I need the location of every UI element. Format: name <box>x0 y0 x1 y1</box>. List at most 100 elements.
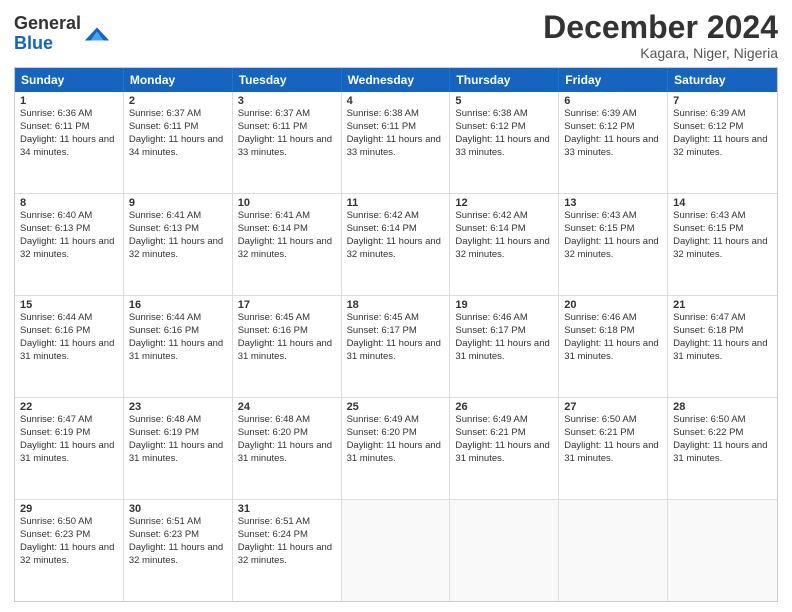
cell-info: Sunrise: 6:45 AMSunset: 6:17 PMDaylight:… <box>347 312 445 363</box>
cell-info: Sunrise: 6:46 AMSunset: 6:17 PMDaylight:… <box>455 312 553 363</box>
header-tuesday: Tuesday <box>233 68 342 92</box>
cell-dec-13: 13 Sunrise: 6:43 AMSunset: 6:15 PMDaylig… <box>559 194 668 295</box>
cell-info: Sunrise: 6:49 AMSunset: 6:21 PMDaylight:… <box>455 414 553 465</box>
cell-dec-23: 23 Sunrise: 6:48 AMSunset: 6:19 PMDaylig… <box>124 398 233 499</box>
week-2: 8 Sunrise: 6:40 AMSunset: 6:13 PMDayligh… <box>15 194 777 296</box>
cell-empty-1 <box>342 500 451 601</box>
cell-dec-2: 2 Sunrise: 6:37 AMSunset: 6:11 PMDayligh… <box>124 92 233 193</box>
cell-info: Sunrise: 6:37 AMSunset: 6:11 PMDaylight:… <box>238 108 336 159</box>
cell-dec-11: 11 Sunrise: 6:42 AMSunset: 6:14 PMDaylig… <box>342 194 451 295</box>
cell-info: Sunrise: 6:36 AMSunset: 6:11 PMDaylight:… <box>20 108 118 159</box>
page: General Blue December 2024 Kagara, Niger… <box>0 0 792 612</box>
cell-empty-2 <box>450 500 559 601</box>
day-num: 31 <box>238 503 336 515</box>
day-num: 26 <box>455 401 553 413</box>
cell-info: Sunrise: 6:41 AMSunset: 6:13 PMDaylight:… <box>129 210 227 261</box>
cell-info: Sunrise: 6:51 AMSunset: 6:23 PMDaylight:… <box>129 516 227 567</box>
cell-dec-18: 18 Sunrise: 6:45 AMSunset: 6:17 PMDaylig… <box>342 296 451 397</box>
day-num: 18 <box>347 299 445 311</box>
day-num: 23 <box>129 401 227 413</box>
cell-dec-28: 28 Sunrise: 6:50 AMSunset: 6:22 PMDaylig… <box>668 398 777 499</box>
cell-info: Sunrise: 6:42 AMSunset: 6:14 PMDaylight:… <box>347 210 445 261</box>
day-num: 15 <box>20 299 118 311</box>
cell-dec-24: 24 Sunrise: 6:48 AMSunset: 6:20 PMDaylig… <box>233 398 342 499</box>
location: Kagara, Niger, Nigeria <box>543 45 778 61</box>
cell-info: Sunrise: 6:48 AMSunset: 6:20 PMDaylight:… <box>238 414 336 465</box>
calendar-body: 1 Sunrise: 6:36 AMSunset: 6:11 PMDayligh… <box>15 92 777 601</box>
cell-info: Sunrise: 6:47 AMSunset: 6:18 PMDaylight:… <box>673 312 772 363</box>
calendar: Sunday Monday Tuesday Wednesday Thursday… <box>14 67 778 602</box>
cell-dec-1: 1 Sunrise: 6:36 AMSunset: 6:11 PMDayligh… <box>15 92 124 193</box>
day-num: 19 <box>455 299 553 311</box>
week-5: 29 Sunrise: 6:50 AMSunset: 6:23 PMDaylig… <box>15 500 777 601</box>
day-num: 11 <box>347 197 445 209</box>
cell-dec-3: 3 Sunrise: 6:37 AMSunset: 6:11 PMDayligh… <box>233 92 342 193</box>
cell-dec-5: 5 Sunrise: 6:38 AMSunset: 6:12 PMDayligh… <box>450 92 559 193</box>
cell-dec-8: 8 Sunrise: 6:40 AMSunset: 6:13 PMDayligh… <box>15 194 124 295</box>
cell-info: Sunrise: 6:40 AMSunset: 6:13 PMDaylight:… <box>20 210 118 261</box>
header-sunday: Sunday <box>15 68 124 92</box>
day-num: 4 <box>347 95 445 107</box>
cell-dec-25: 25 Sunrise: 6:49 AMSunset: 6:20 PMDaylig… <box>342 398 451 499</box>
header: General Blue December 2024 Kagara, Niger… <box>14 10 778 61</box>
cell-info: Sunrise: 6:38 AMSunset: 6:12 PMDaylight:… <box>455 108 553 159</box>
logo: General Blue <box>14 14 111 54</box>
cell-info: Sunrise: 6:48 AMSunset: 6:19 PMDaylight:… <box>129 414 227 465</box>
cell-dec-7: 7 Sunrise: 6:39 AMSunset: 6:12 PMDayligh… <box>668 92 777 193</box>
cell-dec-6: 6 Sunrise: 6:39 AMSunset: 6:12 PMDayligh… <box>559 92 668 193</box>
cell-empty-3 <box>559 500 668 601</box>
day-num: 16 <box>129 299 227 311</box>
cell-info: Sunrise: 6:45 AMSunset: 6:16 PMDaylight:… <box>238 312 336 363</box>
day-num: 25 <box>347 401 445 413</box>
day-num: 20 <box>564 299 662 311</box>
week-1: 1 Sunrise: 6:36 AMSunset: 6:11 PMDayligh… <box>15 92 777 194</box>
cell-info: Sunrise: 6:37 AMSunset: 6:11 PMDaylight:… <box>129 108 227 159</box>
cell-dec-10: 10 Sunrise: 6:41 AMSunset: 6:14 PMDaylig… <box>233 194 342 295</box>
cell-dec-22: 22 Sunrise: 6:47 AMSunset: 6:19 PMDaylig… <box>15 398 124 499</box>
title-area: December 2024 Kagara, Niger, Nigeria <box>543 10 778 61</box>
day-num: 6 <box>564 95 662 107</box>
week-4: 22 Sunrise: 6:47 AMSunset: 6:19 PMDaylig… <box>15 398 777 500</box>
day-num: 7 <box>673 95 772 107</box>
cell-info: Sunrise: 6:43 AMSunset: 6:15 PMDaylight:… <box>673 210 772 261</box>
header-monday: Monday <box>124 68 233 92</box>
cell-info: Sunrise: 6:50 AMSunset: 6:21 PMDaylight:… <box>564 414 662 465</box>
cell-info: Sunrise: 6:42 AMSunset: 6:14 PMDaylight:… <box>455 210 553 261</box>
day-num: 30 <box>129 503 227 515</box>
day-num: 13 <box>564 197 662 209</box>
cell-dec-20: 20 Sunrise: 6:46 AMSunset: 6:18 PMDaylig… <box>559 296 668 397</box>
cell-info: Sunrise: 6:47 AMSunset: 6:19 PMDaylight:… <box>20 414 118 465</box>
day-num: 12 <box>455 197 553 209</box>
day-num: 5 <box>455 95 553 107</box>
day-num: 9 <box>129 197 227 209</box>
cell-info: Sunrise: 6:39 AMSunset: 6:12 PMDaylight:… <box>564 108 662 159</box>
cell-dec-12: 12 Sunrise: 6:42 AMSunset: 6:14 PMDaylig… <box>450 194 559 295</box>
cell-dec-14: 14 Sunrise: 6:43 AMSunset: 6:15 PMDaylig… <box>668 194 777 295</box>
calendar-header: Sunday Monday Tuesday Wednesday Thursday… <box>15 68 777 92</box>
cell-dec-26: 26 Sunrise: 6:49 AMSunset: 6:21 PMDaylig… <box>450 398 559 499</box>
cell-info: Sunrise: 6:43 AMSunset: 6:15 PMDaylight:… <box>564 210 662 261</box>
logo-general-text: General <box>14 13 81 33</box>
cell-dec-27: 27 Sunrise: 6:50 AMSunset: 6:21 PMDaylig… <box>559 398 668 499</box>
day-num: 1 <box>20 95 118 107</box>
cell-dec-29: 29 Sunrise: 6:50 AMSunset: 6:23 PMDaylig… <box>15 500 124 601</box>
cell-info: Sunrise: 6:46 AMSunset: 6:18 PMDaylight:… <box>564 312 662 363</box>
cell-empty-4 <box>668 500 777 601</box>
cell-dec-4: 4 Sunrise: 6:38 AMSunset: 6:11 PMDayligh… <box>342 92 451 193</box>
header-friday: Friday <box>559 68 668 92</box>
cell-info: Sunrise: 6:51 AMSunset: 6:24 PMDaylight:… <box>238 516 336 567</box>
header-saturday: Saturday <box>668 68 777 92</box>
cell-dec-17: 17 Sunrise: 6:45 AMSunset: 6:16 PMDaylig… <box>233 296 342 397</box>
day-num: 24 <box>238 401 336 413</box>
day-num: 2 <box>129 95 227 107</box>
logo-icon <box>83 20 111 48</box>
cell-info: Sunrise: 6:44 AMSunset: 6:16 PMDaylight:… <box>129 312 227 363</box>
day-num: 10 <box>238 197 336 209</box>
month-title: December 2024 <box>543 10 778 45</box>
day-num: 14 <box>673 197 772 209</box>
day-num: 29 <box>20 503 118 515</box>
header-thursday: Thursday <box>450 68 559 92</box>
day-num: 22 <box>20 401 118 413</box>
day-num: 28 <box>673 401 772 413</box>
cell-info: Sunrise: 6:38 AMSunset: 6:11 PMDaylight:… <box>347 108 445 159</box>
